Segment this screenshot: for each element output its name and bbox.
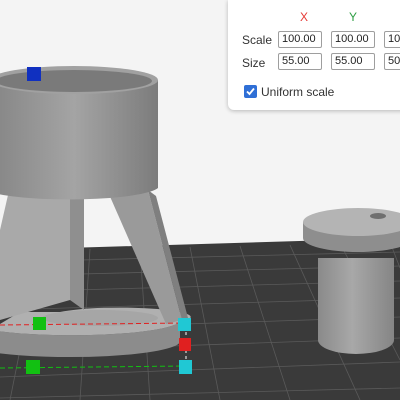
scale-handle-corner-back[interactable] bbox=[179, 360, 192, 374]
uniform-scale-checkbox[interactable] bbox=[244, 85, 257, 98]
size-z-field[interactable]: 50 bbox=[384, 53, 400, 70]
scale-panel: X Y Scale 100.00 100.00 10 Size 55.00 55… bbox=[228, 0, 400, 110]
checkmark-icon bbox=[246, 87, 255, 96]
y-axis-header: Y bbox=[349, 10, 358, 24]
scale-handle-corner-front[interactable] bbox=[178, 318, 191, 331]
scale-handle-z[interactable] bbox=[179, 338, 191, 351]
scale-z-field[interactable]: 10 bbox=[384, 31, 400, 48]
scale-handle-y[interactable] bbox=[26, 360, 40, 374]
size-label: Size bbox=[242, 56, 266, 70]
size-x-field[interactable]: 55.00 bbox=[278, 53, 322, 70]
scale-handle-x[interactable] bbox=[33, 317, 46, 330]
x-axis-header: X bbox=[300, 10, 309, 24]
scale-label: Scale bbox=[242, 33, 273, 47]
scale-x-field[interactable]: 100.00 bbox=[278, 31, 322, 48]
size-y-field[interactable]: 55.00 bbox=[331, 53, 375, 70]
scale-handle-top[interactable] bbox=[27, 67, 41, 81]
scale-y-field[interactable]: 100.00 bbox=[331, 31, 375, 48]
uniform-scale-label[interactable]: Uniform scale bbox=[261, 85, 334, 99]
